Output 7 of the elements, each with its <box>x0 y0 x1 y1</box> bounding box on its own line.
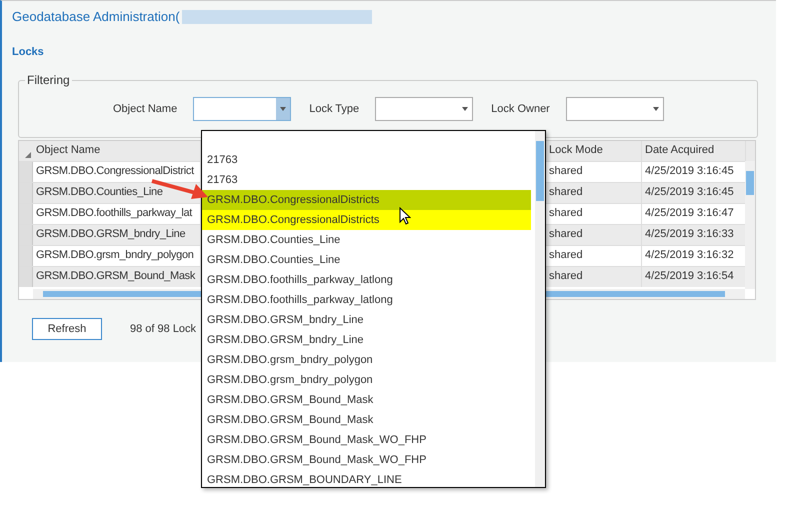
filter-label: Lock Owner <box>491 103 550 115</box>
filter-label: Lock Type <box>309 103 360 115</box>
lock-count: 98 of 98 Lock <box>130 323 196 335</box>
filter-label: Object Name <box>113 103 178 115</box>
section-heading: Locks <box>12 46 45 58</box>
group-legend: Filtering <box>25 73 72 87</box>
window-title: Geodatabase Administration( <box>12 9 180 24</box>
